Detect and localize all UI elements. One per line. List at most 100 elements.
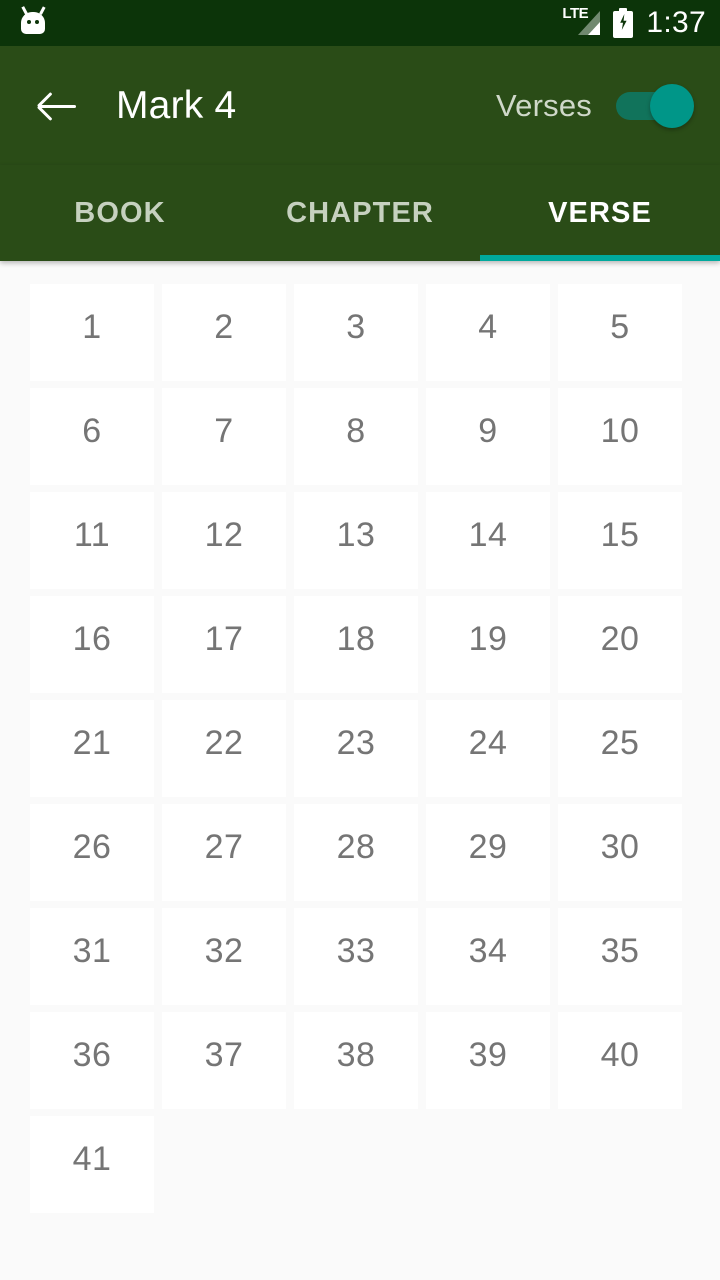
tab-book[interactable]: BOOK	[0, 165, 240, 261]
verse-number: 39	[468, 1036, 508, 1074]
verse-cell[interactable]: 13	[294, 492, 418, 589]
verse-number: 2	[214, 308, 234, 346]
verse-number: 18	[336, 620, 376, 658]
page-title: Mark 4	[116, 83, 237, 127]
verse-number: 21	[72, 724, 112, 762]
verse-cell[interactable]: 15	[558, 492, 682, 589]
verse-cell[interactable]: 41	[30, 1116, 154, 1213]
verse-cell[interactable]: 17	[162, 596, 286, 693]
status-bar-indicators: LTE 1:37	[562, 6, 706, 39]
tab-chapter[interactable]: CHAPTER	[240, 165, 480, 261]
verse-cell[interactable]: 4	[426, 284, 550, 381]
verse-cell[interactable]: 33	[294, 908, 418, 1005]
verse-cell[interactable]: 6	[30, 388, 154, 485]
verse-number: 36	[72, 1036, 112, 1074]
verse-number: 12	[204, 516, 244, 554]
verse-number: 20	[600, 620, 640, 658]
verse-cell[interactable]: 21	[30, 700, 154, 797]
verse-cell[interactable]: 5	[558, 284, 682, 381]
verse-number: 41	[72, 1140, 112, 1178]
back-arrow-icon[interactable]	[36, 84, 80, 128]
verse-number: 23	[336, 724, 376, 762]
app-bar-actions: Verses	[496, 81, 694, 131]
verse-cell[interactable]: 22	[162, 700, 286, 797]
verse-cell[interactable]: 40	[558, 1012, 682, 1109]
verse-cell[interactable]: 28	[294, 804, 418, 901]
verse-number: 19	[468, 620, 508, 658]
verse-number: 29	[468, 828, 508, 866]
verse-cell[interactable]: 32	[162, 908, 286, 1005]
verse-number: 6	[82, 412, 102, 450]
status-bar-clock: 1:37	[646, 6, 706, 39]
verse-number: 3	[346, 308, 366, 346]
verse-number: 31	[72, 932, 112, 970]
verse-number: 27	[204, 828, 244, 866]
verse-cell[interactable]: 30	[558, 804, 682, 901]
tab-active-indicator	[480, 255, 720, 261]
verse-cell[interactable]: 3	[294, 284, 418, 381]
verse-cell[interactable]: 27	[162, 804, 286, 901]
verse-cell[interactable]: 16	[30, 596, 154, 693]
verse-cell[interactable]: 1	[30, 284, 154, 381]
verse-number: 4	[478, 308, 498, 346]
verse-number: 15	[600, 516, 640, 554]
verse-number: 24	[468, 724, 508, 762]
signal-bars-icon: LTE	[562, 6, 601, 39]
app-bar: Mark 4 Verses	[0, 46, 720, 165]
verses-toggle-label: Verses	[496, 87, 592, 123]
verse-number: 5	[610, 308, 630, 346]
verse-cell[interactable]: 11	[30, 492, 154, 589]
verse-number: 37	[204, 1036, 244, 1074]
verse-cell[interactable]: 36	[30, 1012, 154, 1109]
verse-number: 35	[600, 932, 640, 970]
verse-number: 26	[72, 828, 112, 866]
verse-cell[interactable]: 9	[426, 388, 550, 485]
verse-cell[interactable]: 35	[558, 908, 682, 1005]
verse-cell[interactable]: 7	[162, 388, 286, 485]
verse-cell[interactable]: 20	[558, 596, 682, 693]
verse-cell[interactable]: 10	[558, 388, 682, 485]
verse-cell[interactable]: 31	[30, 908, 154, 1005]
battery-charging-icon	[613, 8, 634, 38]
verse-number: 28	[336, 828, 376, 866]
switch-thumb	[650, 83, 694, 128]
verse-number: 38	[336, 1036, 376, 1074]
verse-number: 11	[73, 516, 111, 554]
verse-cell[interactable]: 24	[426, 700, 550, 797]
verse-cell[interactable]: 8	[294, 388, 418, 485]
verse-number: 17	[204, 620, 244, 658]
verse-grid-area: 1 2 3 4 5 6 7 8 9 10 11 12 13 14 15 16 17 18 19 20 21 22 23 24 2…	[0, 261, 720, 1280]
tab-verse[interactable]: VERSE	[480, 165, 720, 261]
verse-cell[interactable]: 23	[294, 700, 418, 797]
verse-number: 7	[214, 412, 234, 450]
verse-number: 34	[468, 932, 508, 970]
verse-number: 25	[600, 724, 640, 762]
verse-cell[interactable]: 2	[162, 284, 286, 381]
verse-cell[interactable]: 34	[426, 908, 550, 1005]
verse-number: 32	[204, 932, 244, 970]
status-bar: LTE 1:37	[0, 0, 720, 46]
verse-number: 33	[336, 932, 376, 970]
verse-cell[interactable]: 37	[162, 1012, 286, 1109]
verse-cell[interactable]: 14	[426, 492, 550, 589]
verse-number: 10	[600, 412, 640, 450]
verse-grid: 1 2 3 4 5 6 7 8 9 10 11 12 13 14 15 16 17 18 19 20 21 22 23 24 2…	[30, 284, 691, 1213]
verse-number: 40	[600, 1036, 640, 1074]
verse-cell[interactable]: 25	[558, 700, 682, 797]
verses-toggle-switch[interactable]	[616, 81, 694, 131]
verse-number: 30	[600, 828, 640, 866]
verse-cell[interactable]: 26	[30, 804, 154, 901]
verse-number: 22	[204, 724, 244, 762]
verse-cell[interactable]: 38	[294, 1012, 418, 1109]
verse-cell[interactable]: 29	[426, 804, 550, 901]
verse-number: 14	[468, 516, 508, 554]
verse-number: 8	[346, 412, 366, 450]
verse-number: 13	[336, 516, 376, 554]
verse-cell[interactable]: 12	[162, 492, 286, 589]
verse-cell[interactable]: 18	[294, 596, 418, 693]
tab-bar: BOOK CHAPTER VERSE	[0, 165, 720, 261]
verse-cell[interactable]: 19	[426, 596, 550, 693]
android-logo-icon	[18, 6, 48, 36]
verse-number: 16	[72, 620, 112, 658]
verse-cell[interactable]: 39	[426, 1012, 550, 1109]
